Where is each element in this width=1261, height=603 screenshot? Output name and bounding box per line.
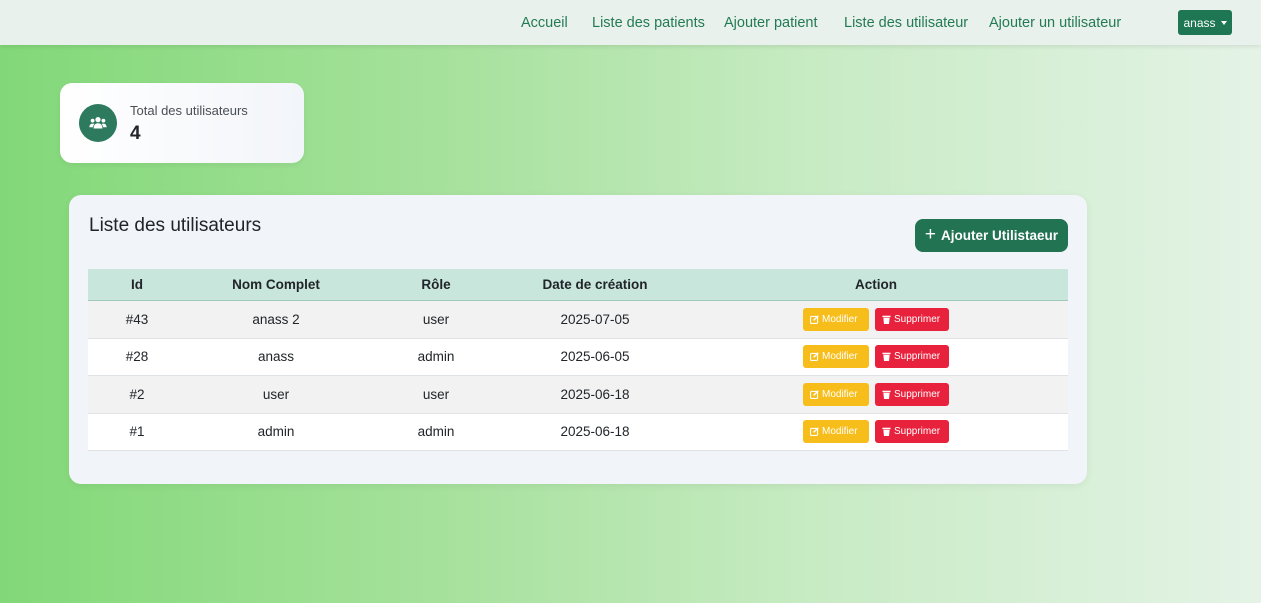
trash-icon (882, 352, 891, 362)
cell-actions: Modifier Supprimer (684, 301, 1068, 338)
edit-button[interactable]: Modifier (803, 307, 869, 331)
trash-icon (882, 427, 891, 437)
cell-id: #2 (129, 386, 145, 402)
cell-name: anass 2 (252, 311, 300, 327)
cell-actions: Modifier Supprimer (684, 376, 1068, 413)
delete-button[interactable]: Supprimer (875, 382, 949, 406)
cell-role: user (422, 311, 450, 327)
table-row: #28 anass admin 2025-06-05 Modifier Supp… (88, 338, 1068, 376)
cell-actions: Modifier Supprimer (684, 414, 1068, 451)
cell-id: #28 (125, 349, 149, 365)
edit-button-label: Modifier (822, 426, 858, 438)
delete-button[interactable]: Supprimer (875, 420, 949, 444)
cell-actions: Modifier Supprimer (684, 339, 1068, 376)
delete-button-label: Supprimer (894, 313, 941, 325)
user-menu-label: anass (1183, 15, 1216, 30)
cell-role: user (422, 386, 450, 402)
edit-icon (810, 389, 819, 399)
edit-button[interactable]: Modifier (803, 382, 869, 406)
cell-name: user (262, 386, 290, 402)
table-row: #2 user user 2025-06-18 Modifier Supprim… (88, 376, 1068, 414)
cell-date: 2025-06-18 (560, 386, 630, 402)
users-icon (79, 104, 117, 142)
delete-button-label: Supprimer (894, 426, 941, 438)
edit-icon (810, 427, 819, 437)
trash-icon (882, 390, 891, 399)
delete-button-label: Supprimer (894, 351, 941, 363)
header-date: Date de création (542, 277, 648, 292)
header-action: Action (855, 277, 897, 292)
users-table: Id Nom Complet Rôle Date de création Act… (88, 269, 1068, 451)
edit-icon (810, 352, 819, 362)
table-row: #43 anass 2 user 2025-07-05 Modifier Sup… (88, 301, 1068, 339)
cell-name: anass (257, 349, 295, 365)
edit-button[interactable]: Modifier (803, 420, 869, 444)
cell-date: 2025-06-05 (560, 349, 630, 365)
cell-date: 2025-07-05 (560, 311, 630, 327)
nav-link-add-user[interactable]: Ajouter un utilisateur (989, 15, 1121, 31)
table-header: Id Nom Complet Rôle Date de création Act… (88, 269, 1068, 301)
header-id: Id (131, 277, 143, 292)
cell-role: admin (417, 424, 455, 440)
nav-link-add-patient[interactable]: Ajouter patient (724, 15, 818, 31)
edit-icon (810, 314, 819, 324)
trash-icon (882, 315, 891, 324)
users-panel: Liste des utilisateurs + Ajouter Utilist… (69, 195, 1087, 484)
nav-link-users-list[interactable]: Liste des utilisateur (844, 15, 968, 31)
cell-id: #43 (125, 311, 149, 327)
cell-date: 2025-06-18 (560, 424, 630, 440)
edit-button-label: Modifier (822, 351, 858, 363)
panel-title: Liste des utilisateurs (89, 215, 262, 236)
stat-label: Total des utilisateurs (130, 103, 248, 118)
edit-button[interactable]: Modifier (803, 345, 869, 369)
edit-button-label: Modifier (822, 388, 858, 400)
delete-button[interactable]: Supprimer (875, 345, 949, 369)
navbar: Accueil Liste des patients Ajouter patie… (0, 0, 1261, 45)
table-row: #1 admin admin 2025-06-18 Modifier Suppr… (88, 413, 1068, 451)
cell-id: #1 (129, 424, 145, 440)
users-stat-card: Total des utilisateurs 4 (60, 83, 304, 163)
user-menu-button[interactable]: anass (1178, 10, 1232, 35)
add-user-button-label: Ajouter Utilistaeur (941, 228, 1059, 243)
cell-name: admin (257, 424, 295, 440)
delete-button-label: Supprimer (894, 388, 941, 400)
nav-link-patients-list[interactable]: Liste des patients (592, 15, 705, 31)
plus-icon: + (924, 224, 937, 245)
header-role: Rôle (421, 277, 451, 292)
add-user-button[interactable]: + Ajouter Utilistaeur (915, 219, 1068, 252)
header-name: Nom Complet (232, 277, 320, 292)
delete-button[interactable]: Supprimer (875, 307, 949, 331)
cell-role: admin (417, 349, 455, 365)
nav-link-accueil[interactable]: Accueil (521, 15, 568, 31)
edit-button-label: Modifier (822, 313, 858, 325)
caret-down-icon (1220, 20, 1227, 25)
stat-value: 4 (130, 123, 141, 144)
